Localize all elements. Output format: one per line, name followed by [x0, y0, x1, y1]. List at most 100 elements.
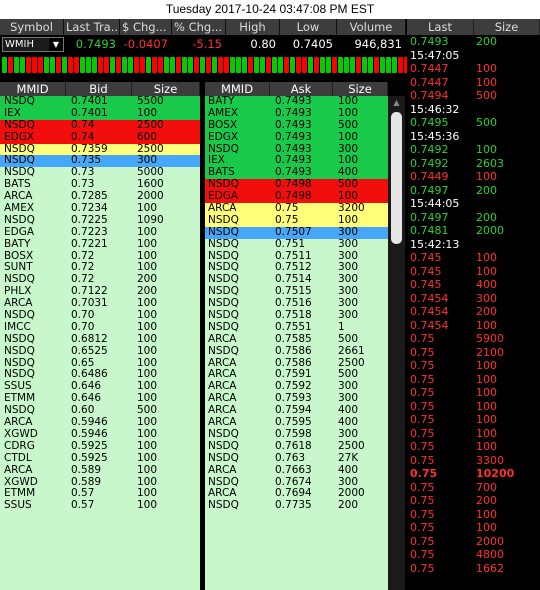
time-sales-row: 0.75 2100	[407, 346, 540, 360]
bid-mmid: IEX	[4, 106, 21, 119]
trade-price: 0.75	[410, 413, 435, 426]
ask-row[interactable]: NSDQ 0.7586 2661	[205, 345, 388, 358]
bid-header-mmid[interactable]: MMID	[0, 82, 66, 96]
trade-price: 0.75	[410, 426, 435, 440]
bid-row[interactable]: ARCA 0.589 100	[0, 464, 200, 477]
header-last-trade: Last Tra...	[64, 19, 120, 35]
tick-marker	[44, 57, 49, 73]
ask-header-size[interactable]: Size	[333, 82, 388, 96]
tick-marker	[266, 57, 271, 73]
ask-row[interactable]: BOSX 0.7493 500	[205, 118, 388, 132]
ask-row[interactable]: AMEX 0.7493 100	[205, 106, 388, 120]
ask-row[interactable]: NSDQ 0.7507 300	[205, 226, 388, 239]
ask-row[interactable]: NSDQ 0.7618 2500	[205, 440, 388, 453]
trade-price: 0.75	[410, 399, 435, 413]
time-sales-rows: 0.7493 200 15:47:05 0.7447 100 0.7447 100 0.749…	[407, 35, 540, 575]
trade-price: 0.75	[410, 521, 435, 534]
trade-size: 500	[476, 89, 497, 102]
ask-size: 500	[338, 118, 359, 131]
ask-header-mmid[interactable]: MMID	[205, 82, 270, 96]
tick-marker	[254, 57, 259, 73]
trade-size: 100	[476, 413, 497, 426]
quote-bar: Symbol Last Tra... $ Chg... % Chg... Hig…	[0, 19, 406, 53]
trade-price: 0.75	[410, 386, 435, 399]
scroll-up-icon[interactable]: ▲	[388, 96, 405, 110]
chevron-down-icon[interactable]: ▼	[49, 38, 63, 51]
ask-row[interactable]: ARCA 0.7585 500	[205, 332, 388, 346]
timestamp-text: 15:46:32	[410, 102, 460, 116]
scrollbar-thumb[interactable]	[391, 112, 402, 244]
time-sales-row: 0.7497 200	[407, 184, 540, 198]
time-sales-row: 0.75 100	[407, 400, 540, 414]
ask-mmid: AMEX	[208, 106, 239, 119]
ask-mmid: ARCA	[208, 332, 237, 345]
tick-marker	[182, 57, 187, 73]
tick-marker	[188, 57, 193, 73]
time-sales-row: 0.7495 500	[407, 116, 540, 130]
time-sales-row: 0.75 200	[407, 494, 540, 508]
time-sales-row: 0.7454 200	[407, 305, 540, 319]
header-high: High	[226, 19, 280, 35]
trade-price: 0.75	[410, 372, 435, 386]
bid-row[interactable]: CTDL 0.5925 100	[0, 452, 200, 465]
bid-row[interactable]: NSDQ 0.7225 1090	[0, 214, 200, 227]
tick-marker	[380, 57, 385, 73]
bid-row[interactable]: CDRG 0.5925 100	[0, 440, 200, 453]
ask-row[interactable]: ARCA 0.7663 400	[205, 463, 388, 477]
timestamp-text: 15:45:36	[410, 129, 460, 143]
ask-price: 0.751	[275, 237, 306, 250]
bid-header-price[interactable]: Bid	[66, 82, 132, 96]
time-sales-row: 0.7493 200	[407, 35, 540, 49]
bid-size: 100	[137, 499, 158, 512]
tick-marker	[14, 57, 19, 73]
bid-row[interactable]: EDGX 0.74 600	[0, 131, 200, 144]
tick-marker	[68, 57, 73, 73]
bid-row[interactable]: SSUS 0.57 100	[0, 499, 200, 513]
tick-marker	[332, 57, 337, 73]
bid-row[interactable]: BATY 0.7221 100	[0, 237, 200, 251]
time-sales-row: 0.7492 2603	[407, 157, 540, 171]
bid-price: 0.7401	[71, 106, 108, 119]
trade-price: 0.7481	[410, 224, 449, 237]
ask-scrollbar[interactable]: ▲	[388, 96, 405, 590]
bid-price: 0.57	[71, 499, 95, 512]
time-sales-row: 0.7449 100	[407, 170, 540, 184]
ask-row[interactable]: NSDQ 0.75 100	[205, 214, 388, 227]
ask-row[interactable]: NSDQ 0.763 27K	[205, 451, 388, 465]
time-sales-header-size[interactable]: Size	[474, 19, 540, 35]
trade-size: 100	[476, 318, 497, 332]
trade-price: 0.75	[410, 440, 435, 453]
ask-row[interactable]: EDGX 0.7493 100	[205, 131, 388, 144]
bid-header-size[interactable]: Size	[132, 82, 200, 96]
tick-marker	[320, 57, 325, 73]
bid-size: 100	[137, 237, 158, 250]
ask-rows: BATY 0.7493 100 AMEX 0.7493 100 BOSX 0.7493 500 E…	[205, 95, 388, 513]
trade-size: 700	[476, 480, 497, 494]
ask-price: 0.763	[275, 451, 306, 464]
tick-marker	[314, 57, 319, 73]
bid-row[interactable]: EDGA 0.7223 100	[0, 225, 200, 239]
symbol-input[interactable]: WMIH ▼	[2, 37, 64, 52]
time-sales-row: 0.745 100	[407, 265, 540, 279]
time-sales-header-last[interactable]: Last	[407, 19, 474, 35]
trade-size: 100	[476, 507, 497, 521]
tick-marker	[92, 57, 97, 73]
ask-row[interactable]: NSDQ 0.7735 200	[205, 499, 388, 513]
ask-row[interactable]: NSDQ 0.751 300	[205, 237, 388, 251]
ask-size: 400	[338, 463, 359, 476]
tick-marker	[128, 57, 133, 73]
bid-price: 0.7223	[71, 225, 108, 238]
tick-marker	[224, 57, 229, 73]
tick-marker	[2, 57, 7, 73]
trade-size: 100	[476, 372, 497, 386]
bid-row[interactable]: IEX 0.7401 100	[0, 106, 200, 120]
time-sales-row: 0.75 700	[407, 481, 540, 495]
ask-price: 0.7663	[275, 463, 312, 476]
trade-size: 4800	[476, 548, 504, 561]
bid-row[interactable]: NSDQ 0.6525 100	[0, 345, 200, 358]
trade-size: 500	[476, 116, 497, 129]
bid-row[interactable]: NSDQ 0.74 2500	[0, 119, 200, 132]
low-value: 0.7405	[292, 37, 333, 51]
bid-row[interactable]: NSDQ 0.6812 100	[0, 333, 200, 346]
ask-header-price[interactable]: Ask	[270, 82, 333, 96]
